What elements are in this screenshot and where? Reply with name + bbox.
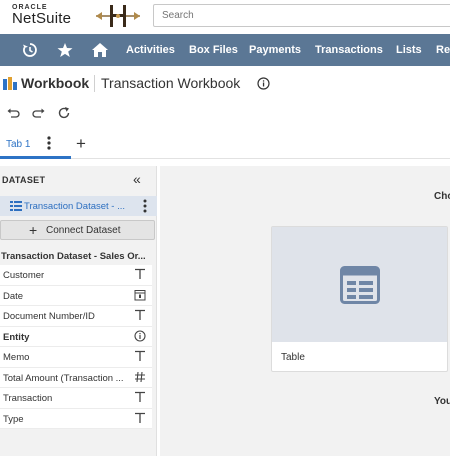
field-item[interactable]: Total Amount (Transaction ... [0,368,152,388]
nav-payments[interactable]: Payments [249,44,301,56]
field-name: Memo [3,352,30,363]
company-logo [96,5,140,27]
dataset-icon [10,201,22,211]
text-type-icon [135,391,145,402]
field-name: Entity [3,331,30,343]
dataset-name: Transaction Dataset - ... [24,201,126,212]
add-tab-button[interactable]: + [76,135,86,152]
field-item[interactable]: Type [0,409,152,429]
text-type-icon [135,268,145,279]
workbook-canvas: Cho Table You [160,166,450,456]
tab-options-icon[interactable] [45,135,53,151]
table-icon [340,266,380,304]
nav-box-files[interactable]: Box Files [189,44,238,56]
nav-reports[interactable]: Re [436,44,450,56]
connect-dataset-button[interactable]: + Connect Dataset [0,220,155,240]
number-type-icon [135,371,145,382]
nav-lists[interactable]: Lists [396,44,422,56]
connect-dataset-label: Connect Dataset [46,225,121,236]
title-divider [94,75,95,92]
dataset-options-icon[interactable] [142,198,148,214]
dataset-item[interactable]: Transaction Dataset - ... [0,196,157,216]
text-type-icon [135,350,145,361]
field-name: Document Number/ID [3,311,95,322]
field-item[interactable]: Memo [0,347,152,368]
info-icon[interactable] [257,77,270,90]
field-item[interactable]: Date [0,286,152,306]
workbook-toolbar [0,106,120,122]
page-title: Workbook [21,75,90,91]
page-header: Workbook Transaction Workbook [0,70,450,98]
fields-heading: Transaction Dataset - Sales Or... [1,251,146,262]
field-list: Customer Date Document Number/ID Entity … [0,265,152,429]
main-nav: Activities Box Files Payments Transactio… [0,34,450,66]
workbook-name: Transaction Workbook [101,75,241,91]
dataset-panel: DATASET « Transaction Dataset - ... + Co… [0,166,157,456]
text-type-icon [135,309,145,320]
field-name: Transaction [3,393,53,404]
info-icon [134,329,146,342]
plus-icon: + [29,222,38,238]
date-type-icon [134,289,146,300]
nav-transactions[interactable]: Transactions [315,44,383,56]
tab-label: Tab 1 [6,139,31,150]
nav-activities[interactable]: Activities [126,44,175,56]
field-name: Date [3,290,24,302]
search-input[interactable] [153,4,450,27]
history-icon[interactable] [20,40,40,60]
field-name: Customer [3,270,45,281]
canvas-hint-text: You [434,396,450,407]
tab-1[interactable]: Tab 1 [0,131,71,159]
redo-icon[interactable] [32,106,46,120]
field-item[interactable]: Document Number/ID [0,306,152,327]
choose-visualization-text: Cho [434,191,450,202]
field-name: Type [3,413,24,425]
field-item[interactable]: Entity [0,327,152,347]
undo-icon[interactable] [6,106,20,120]
netsuite-logo[interactable]: NetSuite [12,10,71,27]
top-bar: ORACLE NetSuite [0,0,450,34]
card-label: Table [281,352,305,363]
home-icon[interactable] [90,40,110,60]
table-visualization-card[interactable]: Table [271,226,448,372]
tab-bar: Tab 1 + [0,131,450,159]
panel-title: DATASET [2,175,46,185]
collapse-panel-icon[interactable]: « [133,172,141,186]
star-icon[interactable] [55,40,75,60]
field-item[interactable]: Customer [0,265,152,286]
workbook-icon [3,77,17,90]
text-type-icon [135,412,145,423]
field-item[interactable]: Transaction [0,388,152,409]
field-name: Total Amount (Transaction ... [3,372,124,384]
refresh-icon[interactable] [57,106,71,120]
card-preview [272,227,447,342]
